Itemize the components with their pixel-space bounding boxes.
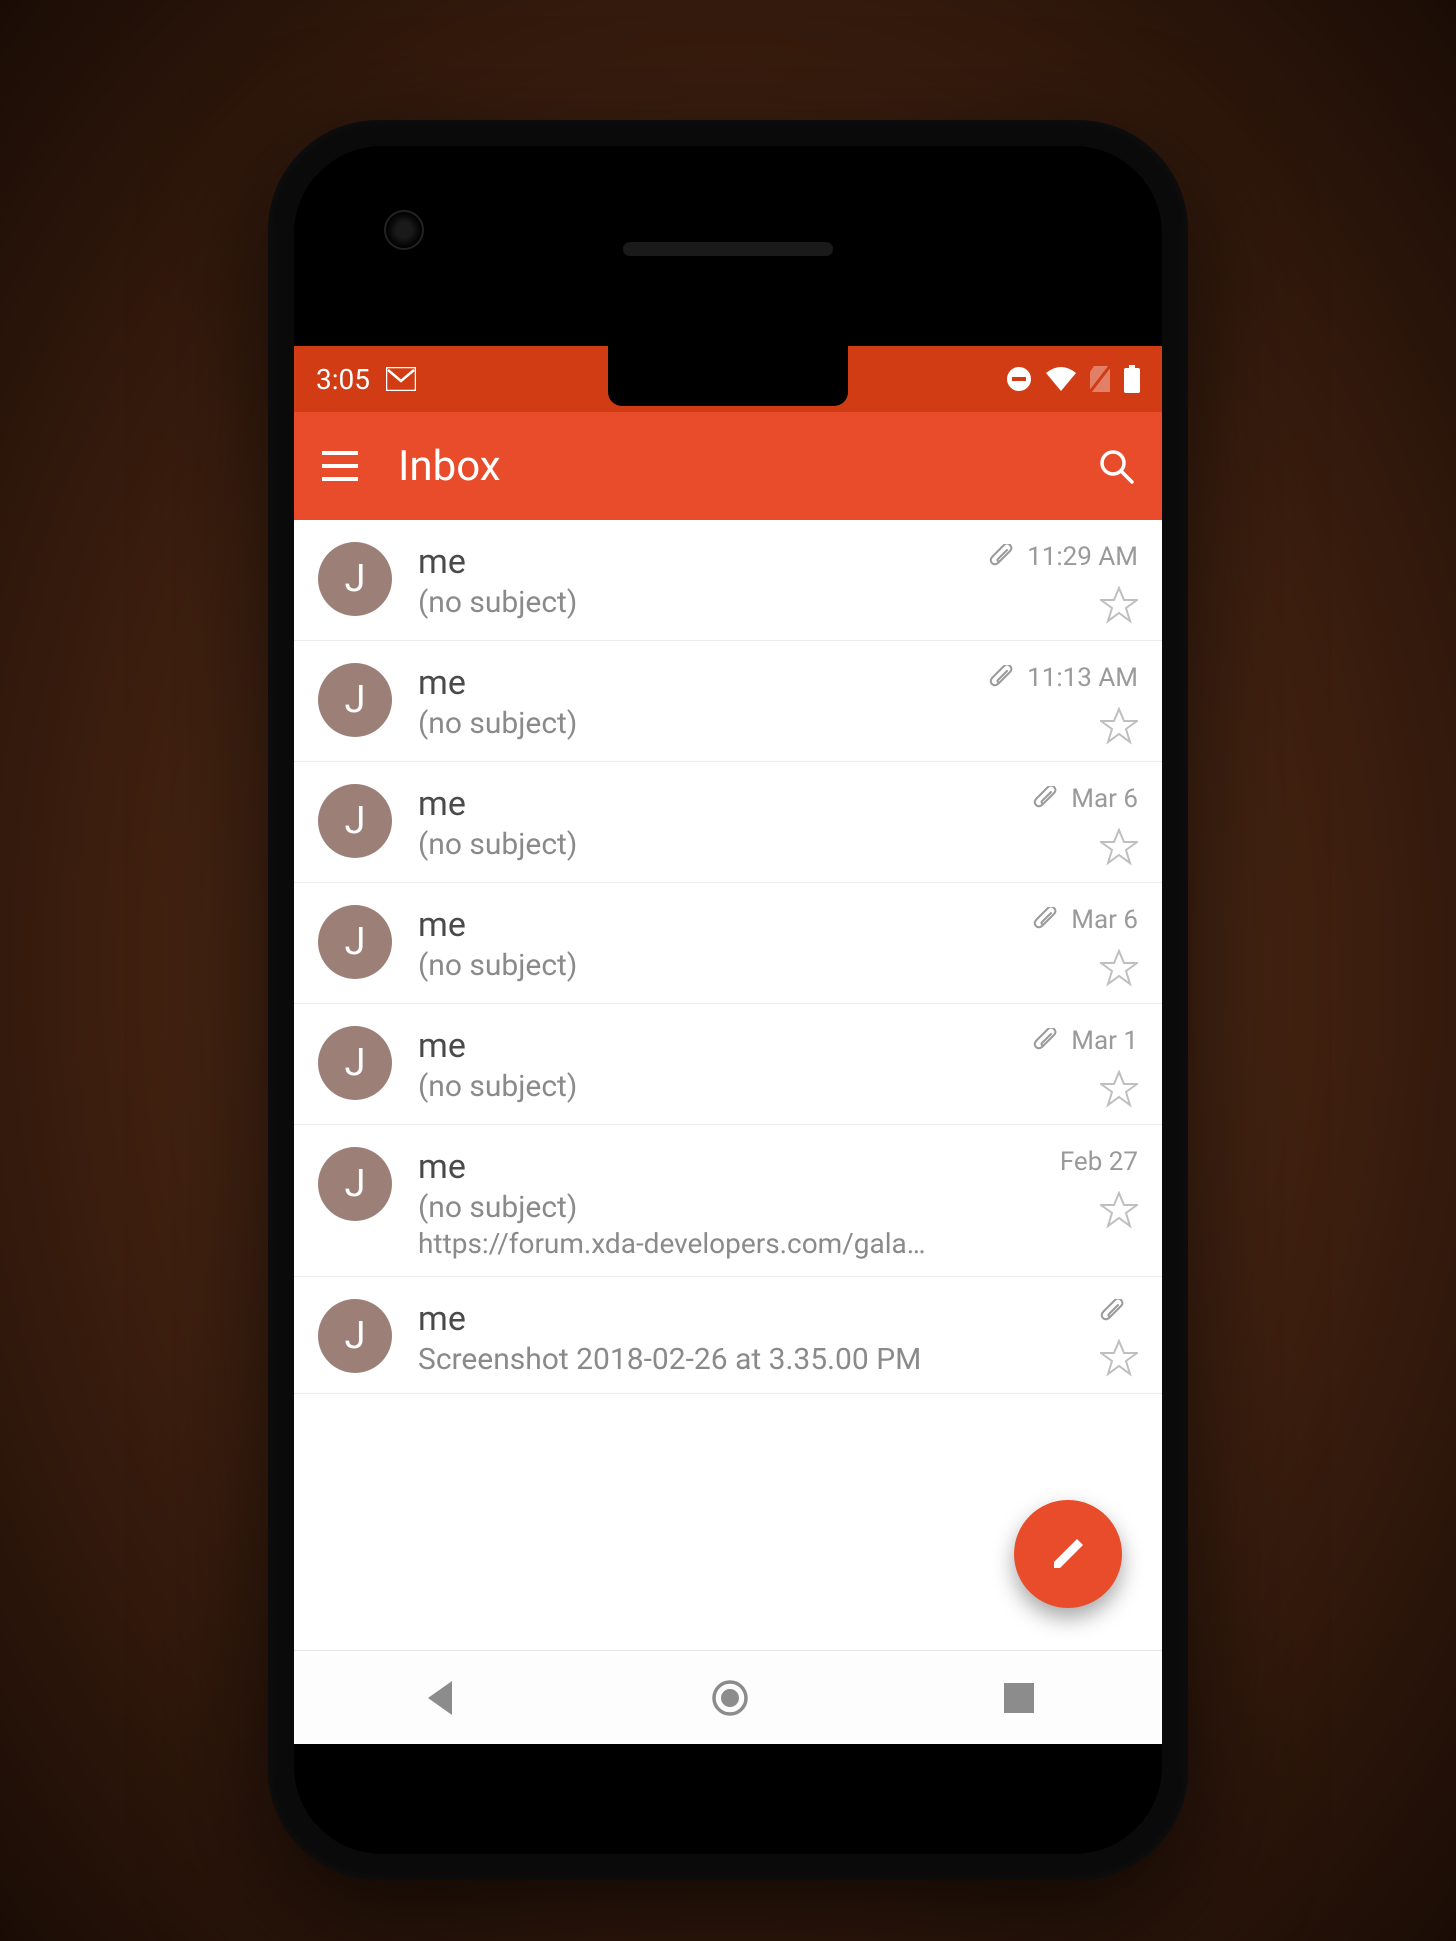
email-meta: 11:13 AM (988, 663, 1138, 745)
email-body: meScreenshot 2018-02-26 at 3.35.00 PM (418, 1299, 962, 1377)
email-subject: Screenshot 2018-02-26 at 3.35.00 PM (418, 1342, 962, 1377)
email-meta: Mar 1 (988, 1026, 1138, 1108)
recents-button[interactable] (1004, 1683, 1034, 1713)
menu-icon[interactable] (322, 451, 358, 481)
sender-avatar[interactable]: J (318, 663, 392, 737)
compose-fab[interactable] (1014, 1500, 1122, 1608)
email-list[interactable]: Jme(no subject)11:29 AMJme(no subject)11… (294, 520, 1162, 1650)
email-snippet: https://forum.xda-developers.com/galaxy-… (418, 1227, 938, 1260)
search-icon[interactable] (1098, 448, 1134, 484)
email-subject: (no subject) (418, 585, 962, 620)
email-time: Feb 27 (1060, 1147, 1138, 1177)
star-icon[interactable] (1100, 1070, 1138, 1108)
home-button[interactable] (711, 1679, 749, 1717)
attachment-icon (1033, 786, 1059, 812)
attachment-icon (1033, 907, 1059, 933)
display-notch (608, 346, 848, 406)
email-meta: 11:29 AM (988, 542, 1138, 624)
navigation-bar (294, 1650, 1162, 1744)
appbar-title: Inbox (398, 442, 501, 491)
email-body: me(no subject) (418, 1026, 962, 1104)
email-meta: Mar 6 (988, 905, 1138, 987)
email-time: 11:29 AM (1027, 542, 1138, 572)
email-body: me(no subject) (418, 784, 962, 862)
email-subject: (no subject) (418, 948, 962, 983)
star-icon[interactable] (1100, 828, 1138, 866)
gmail-notification-icon (386, 367, 416, 391)
email-meta: Feb 27 (988, 1147, 1138, 1229)
email-time: Mar 6 (1071, 905, 1138, 935)
sender-avatar[interactable]: J (318, 905, 392, 979)
screen: 3:05 (294, 346, 1162, 1744)
email-subject: (no subject) (418, 706, 962, 741)
star-icon[interactable] (1100, 707, 1138, 745)
star-icon[interactable] (1100, 586, 1138, 624)
email-row[interactable]: Jme(no subject) Mar 1 (294, 1004, 1162, 1125)
sender-name: me (418, 784, 962, 825)
email-meta: Mar 6 (988, 784, 1138, 866)
attachment-icon (989, 544, 1015, 570)
app-bar: Inbox (294, 412, 1162, 520)
attachment-icon (989, 665, 1015, 691)
email-meta (988, 1299, 1138, 1377)
bezel-top (294, 146, 1162, 346)
attachment-icon (1100, 1299, 1126, 1325)
bezel-bottom (294, 1744, 1162, 1854)
pencil-icon (1048, 1534, 1088, 1574)
back-button[interactable] (422, 1679, 456, 1717)
dnd-icon (1006, 366, 1032, 392)
email-body: me(no subject)https://forum.xda-develope… (418, 1147, 962, 1260)
clock: 3:05 (316, 363, 370, 396)
email-row[interactable]: Jme(no subject) 11:29 AM (294, 520, 1162, 641)
email-body: me(no subject) (418, 905, 962, 983)
email-time: Mar 1 (1071, 1026, 1138, 1056)
star-icon[interactable] (1100, 1339, 1138, 1377)
sender-avatar[interactable]: J (318, 784, 392, 858)
sender-avatar[interactable]: J (318, 1026, 392, 1100)
phone-frame: 3:05 (268, 120, 1188, 1880)
sender-avatar[interactable]: J (318, 1147, 392, 1221)
email-subject: (no subject) (418, 1190, 962, 1225)
email-row[interactable]: Jme(no subject)https://forum.xda-develop… (294, 1125, 1162, 1277)
email-body: me(no subject) (418, 542, 962, 620)
sender-name: me (418, 1147, 962, 1188)
email-body: me(no subject) (418, 663, 962, 741)
attachment-icon (1033, 1028, 1059, 1054)
earpiece-speaker (623, 242, 833, 256)
email-row[interactable]: JmeScreenshot 2018-02-26 at 3.35.00 PM (294, 1277, 1162, 1394)
email-time: 11:13 AM (1027, 663, 1138, 693)
sender-name: me (418, 905, 962, 946)
phone-inner: 3:05 (294, 146, 1162, 1854)
front-camera (384, 210, 424, 250)
battery-icon (1124, 365, 1140, 393)
email-subject: (no subject) (418, 827, 962, 862)
star-icon[interactable] (1100, 1191, 1138, 1229)
email-row[interactable]: Jme(no subject) Mar 6 (294, 883, 1162, 1004)
sender-avatar[interactable]: J (318, 542, 392, 616)
sender-avatar[interactable]: J (318, 1299, 392, 1373)
wifi-icon (1046, 367, 1076, 391)
sender-name: me (418, 542, 962, 583)
statusbar-right (1006, 365, 1140, 393)
star-icon[interactable] (1100, 949, 1138, 987)
email-row[interactable]: Jme(no subject) 11:13 AM (294, 641, 1162, 762)
sender-name: me (418, 1026, 962, 1067)
email-time: Mar 6 (1071, 784, 1138, 814)
no-sim-icon (1090, 366, 1110, 392)
statusbar-left: 3:05 (316, 363, 416, 396)
email-subject: (no subject) (418, 1069, 962, 1104)
sender-name: me (418, 663, 962, 704)
sender-name: me (418, 1299, 962, 1340)
email-row[interactable]: Jme(no subject) Mar 6 (294, 762, 1162, 883)
